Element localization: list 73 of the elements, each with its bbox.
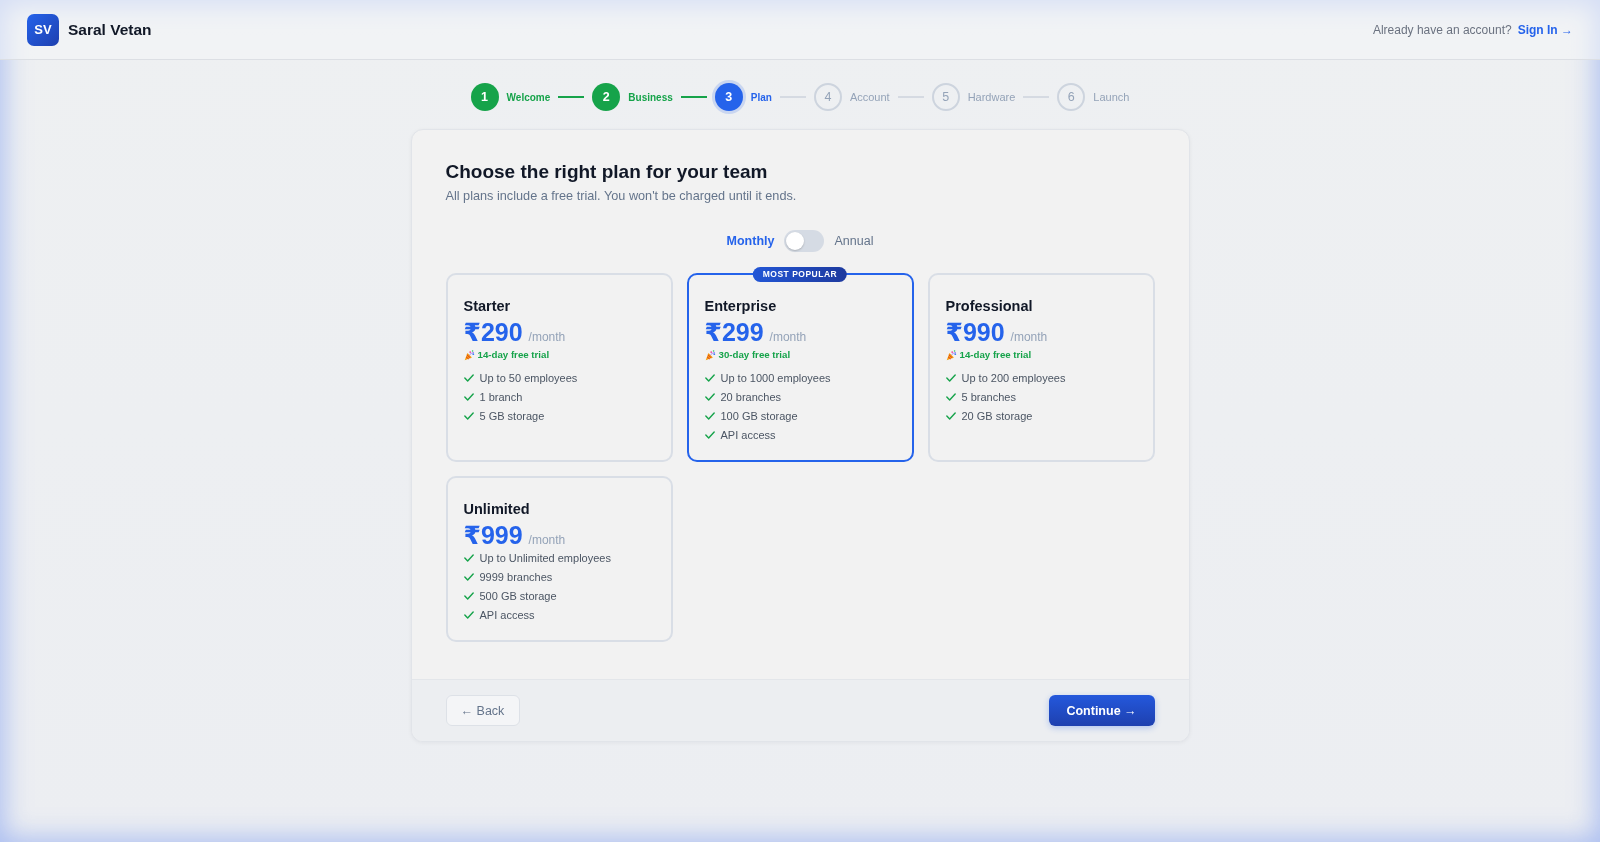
plan-name: Enterprise [704, 297, 778, 315]
party-popper-icon [945, 349, 957, 361]
check-icon [704, 392, 715, 401]
plan-name: Unlimited [463, 500, 531, 518]
feature-text: Up to 1000 employees [720, 370, 831, 385]
step-circle: 5 [931, 83, 960, 111]
most-popular-badge: MOST POPULAR [752, 267, 848, 282]
price-period: /month [528, 329, 566, 346]
check-icon [463, 553, 474, 562]
plan-price: ₹299 [704, 319, 764, 345]
party-popper-icon [704, 349, 716, 361]
party-popper-icon [463, 349, 475, 361]
step-circle: 6 [1057, 83, 1086, 111]
feature-text: 5 branches [961, 389, 1016, 404]
feature-text: 20 branches [720, 389, 782, 404]
feature-text: Up to 50 employees [479, 370, 578, 385]
plan-card[interactable]: Unlimited ₹999 /month Up to Unlimited employees 9999 branches 500 GB storage API access [445, 476, 673, 642]
check-icon [704, 411, 715, 420]
price-period: /month [528, 532, 566, 549]
feature-text: API access [720, 427, 776, 442]
feature-text: 100 GB storage [720, 408, 798, 423]
step-label: Welcome [506, 91, 551, 103]
step-label: Plan [750, 91, 772, 103]
plan-price: ₹990 [945, 319, 1005, 345]
step-circle: 4 [813, 83, 842, 111]
trial-label: 30-day free trial [718, 348, 791, 362]
plan-name: Starter [463, 297, 512, 315]
price-period: /month [1010, 329, 1048, 346]
check-icon [463, 572, 474, 581]
plan-card[interactable]: Starter ₹290 /month 14-day free trial Up to 50 employees 1 branch 5 GB storage [445, 273, 673, 462]
page-title: Choose the right plan for your team [445, 160, 769, 184]
feature-text: 500 GB storage [479, 588, 557, 603]
check-icon [463, 373, 474, 382]
check-icon [463, 610, 474, 619]
feature-text: Up to 200 employees [961, 370, 1066, 385]
check-icon [704, 430, 715, 439]
step-circle: 3 [714, 83, 743, 111]
plan-card[interactable]: Professional ₹990 /month 14-day free trial Up to 200 employees 5 branches 20 GB storage [927, 273, 1155, 462]
billing-option-label: Monthly [726, 234, 775, 248]
plan-price: ₹290 [463, 319, 523, 345]
feature-text: Up to Unlimited employees [479, 550, 611, 565]
price-period: /month [769, 329, 807, 346]
trial-label: 14-day free trial [477, 348, 550, 362]
feature-text: API access [479, 607, 535, 622]
check-icon [463, 411, 474, 420]
continue-button[interactable]: Continue → [1048, 695, 1155, 726]
check-icon [704, 373, 715, 382]
brand-name: Saral Vetan [68, 20, 152, 39]
step-circle: 2 [592, 83, 621, 111]
step-label: Account [849, 91, 890, 103]
trial-label: 14-day free trial [959, 348, 1032, 362]
check-icon [463, 591, 474, 600]
account-prompt: Already have an account? [1372, 22, 1512, 37]
check-icon [463, 392, 474, 401]
check-icon [945, 373, 956, 382]
feature-text: 5 GB storage [479, 408, 545, 423]
check-icon [945, 392, 956, 401]
page-subtitle: All plans include a free trial. You won't be charged until it ends. [445, 188, 798, 204]
plan-name: Professional [945, 297, 1034, 315]
feature-text: 20 GB storage [961, 408, 1033, 423]
back-button[interactable]: ← Back [445, 695, 520, 726]
check-icon [945, 411, 956, 420]
billing-toggle[interactable] [784, 230, 825, 252]
step-label: Launch [1093, 91, 1130, 103]
plan-price: ₹999 [463, 522, 523, 548]
app-logo: SV [27, 13, 59, 46]
step-label: Business [628, 91, 673, 103]
feature-text: 9999 branches [479, 569, 553, 584]
step-label: Hardware [967, 91, 1016, 103]
feature-text: 1 branch [479, 389, 523, 404]
sign-in-link[interactable]: Sign In → [1517, 22, 1573, 37]
step-circle: 1 [470, 83, 499, 111]
billing-option-label: Annual [834, 234, 874, 248]
